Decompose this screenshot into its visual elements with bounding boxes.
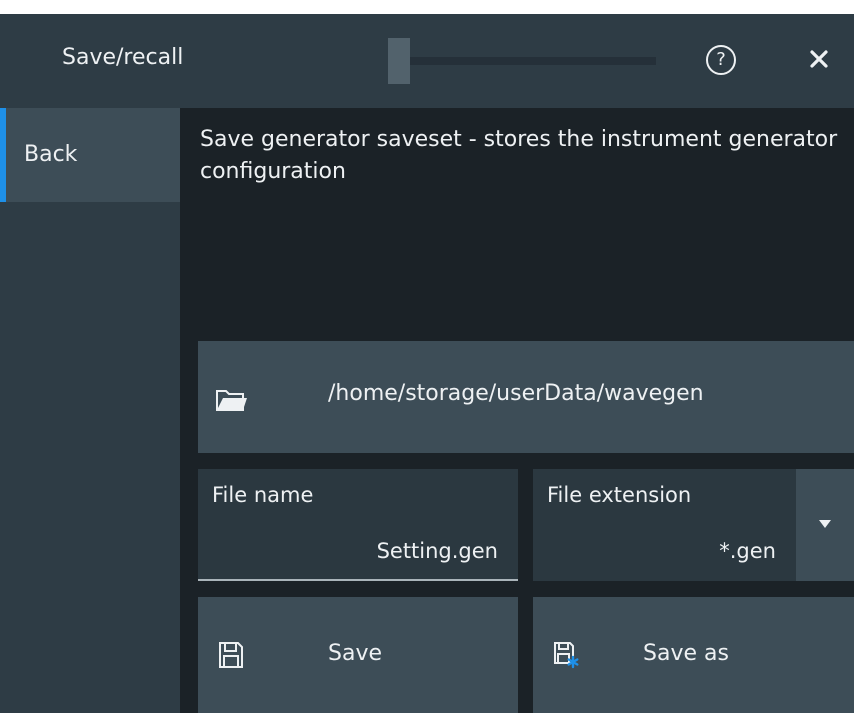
- file-extension-value: *.gen: [719, 539, 776, 563]
- folder-path-button[interactable]: /home/storage/userData/wavegen: [198, 341, 854, 453]
- help-icon[interactable]: ?: [706, 45, 736, 75]
- save-icon: [219, 642, 243, 668]
- file-name-label: File name: [212, 483, 314, 507]
- sidebar-item-back[interactable]: Back: [0, 108, 180, 202]
- drag-track: [410, 57, 656, 65]
- save-as-button[interactable]: Save as: [533, 597, 854, 713]
- file-extension-dropdown-button[interactable]: [796, 469, 854, 581]
- save-as-icon: [554, 642, 579, 669]
- save-as-button-label: Save as: [643, 641, 729, 666]
- sidebar: Back: [0, 108, 180, 713]
- folder-open-icon: [216, 390, 247, 411]
- active-indicator: [0, 108, 6, 202]
- sidebar-divider: [180, 108, 184, 713]
- sidebar-item-label: Back: [24, 142, 78, 167]
- file-extension-field[interactable]: File extension *.gen: [533, 469, 796, 581]
- description-text: Save generator saveset - stores the inst…: [200, 127, 838, 184]
- folder-path-label: /home/storage/userData/wavegen: [328, 381, 704, 406]
- drag-handle[interactable]: [388, 38, 410, 84]
- save-recall-dialog: Save/recall ? Back Save generator savese…: [0, 14, 854, 713]
- save-button-label: Save: [328, 641, 383, 666]
- save-button[interactable]: Save: [198, 597, 518, 713]
- dialog-title: Save/recall: [62, 45, 184, 70]
- field-underline: [198, 579, 518, 581]
- close-icon[interactable]: [806, 46, 832, 72]
- dialog-header[interactable]: Save/recall ?: [0, 14, 854, 108]
- file-name-value: Setting.gen: [376, 539, 498, 563]
- chevron-down-icon: [819, 520, 831, 528]
- file-name-field[interactable]: File name Setting.gen: [198, 469, 518, 581]
- file-extension-label: File extension: [547, 483, 692, 507]
